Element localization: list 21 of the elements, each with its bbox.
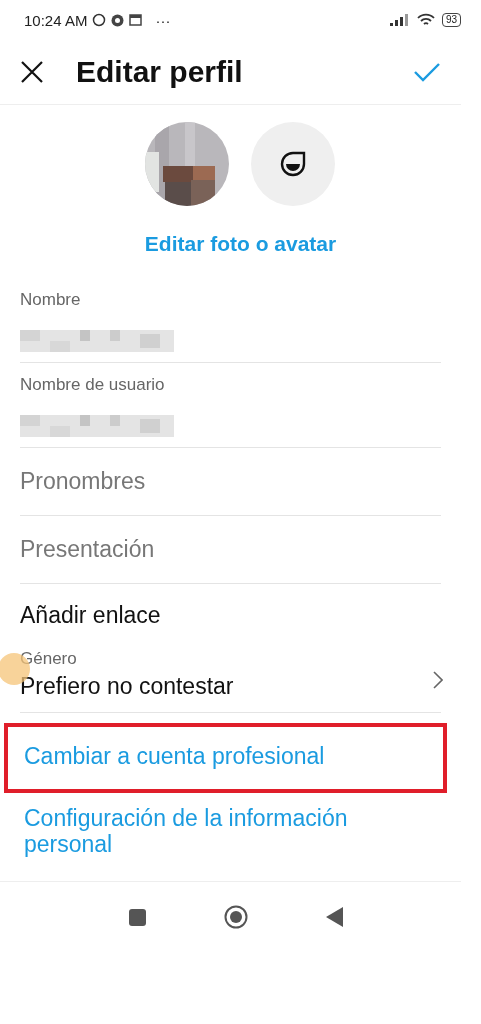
add-link-item[interactable]: Añadir enlace	[20, 584, 441, 639]
chevron-icon	[433, 671, 443, 689]
window-icon	[129, 14, 143, 26]
more-notifications: ···	[155, 11, 171, 29]
recents-button[interactable]	[128, 908, 146, 926]
confirm-button[interactable]	[413, 61, 441, 83]
text-field[interactable]: Presentación	[20, 516, 441, 583]
page-title: Editar perfil	[76, 55, 244, 89]
select-value[interactable]: Prefiero no contestar	[20, 669, 234, 708]
action-link[interactable]: Configuración de la información personal	[4, 793, 447, 881]
field-label: Nombre de usuario	[20, 375, 166, 395]
signal-icon	[389, 14, 410, 26]
edit-photo-link[interactable]: Editar foto o avatar	[144, 232, 337, 256]
battery-level: 93	[441, 13, 461, 27]
back-button[interactable]	[325, 907, 343, 927]
wifi-icon	[416, 13, 435, 27]
text-field[interactable]: Pronombres	[20, 448, 441, 515]
action-link[interactable]: Cambiar a cuenta profesional	[4, 723, 447, 793]
status-time: 10:24 AM	[24, 11, 88, 29]
home-button[interactable]	[223, 905, 248, 929]
field-label: Nombre	[20, 290, 82, 310]
